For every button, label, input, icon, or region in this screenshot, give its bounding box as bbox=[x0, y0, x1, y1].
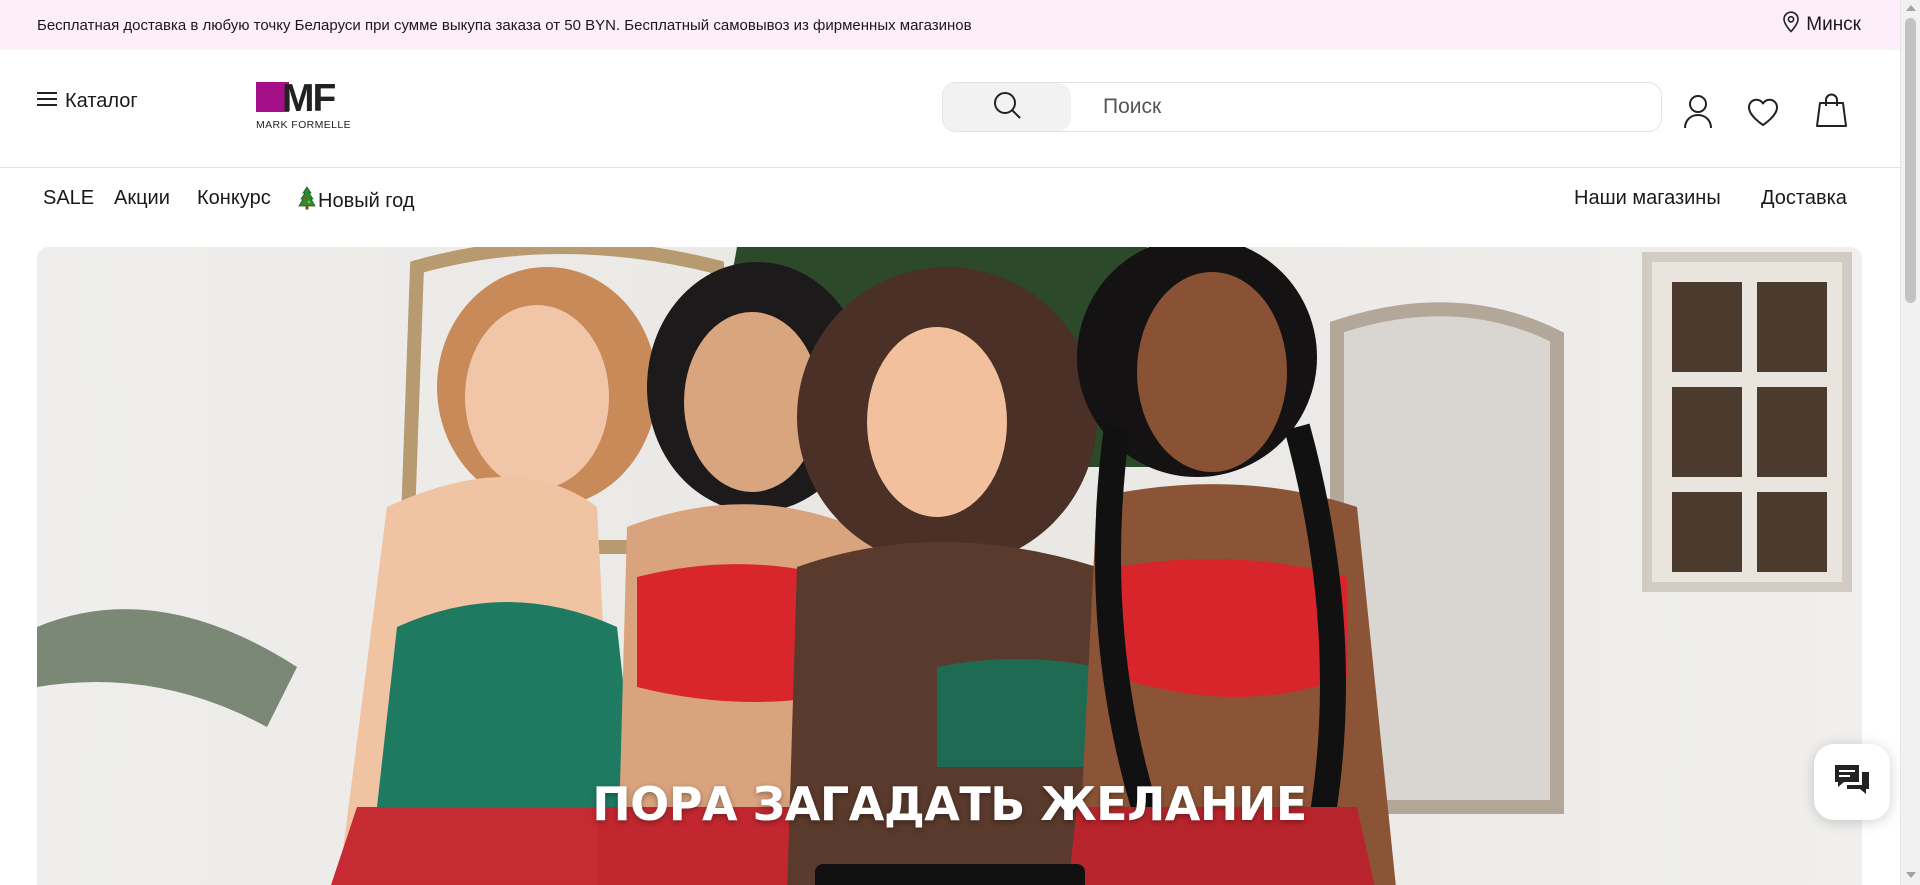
favorites-button[interactable] bbox=[1747, 97, 1779, 127]
svg-text:MF: MF bbox=[282, 82, 335, 120]
nav-item-sale[interactable]: SALE bbox=[43, 187, 94, 210]
nav-item-our-stores[interactable]: Наши магазины bbox=[1574, 187, 1721, 210]
scroll-up-arrow[interactable] bbox=[1906, 5, 1916, 11]
chat-button[interactable] bbox=[1814, 744, 1890, 820]
nav-item-delivery[interactable]: Доставка bbox=[1761, 187, 1847, 210]
scroll-down-arrow[interactable] bbox=[1906, 872, 1916, 878]
scroll-thumb[interactable] bbox=[1905, 18, 1916, 303]
hero-title: ПОРА ЗАГАДАТЬ ЖЕЛАНИЕ bbox=[592, 777, 1307, 831]
hero-banner[interactable]: ПОРА ЗАГАДАТЬ ЖЕЛАНИЕ bbox=[37, 247, 1862, 885]
search-input[interactable] bbox=[1103, 95, 1623, 119]
bag-icon bbox=[1815, 92, 1848, 128]
catalog-label: Каталог bbox=[65, 90, 138, 112]
search-button[interactable] bbox=[943, 83, 1071, 131]
page-scrollbar[interactable] bbox=[1900, 0, 1920, 885]
nav-item-new-year-label: Новый год bbox=[318, 189, 415, 212]
hamburger-icon bbox=[37, 90, 57, 113]
account-button[interactable] bbox=[1683, 94, 1713, 130]
user-icon bbox=[1683, 94, 1713, 130]
heart-icon bbox=[1747, 97, 1779, 127]
nav-item-contest[interactable]: Конкурс bbox=[197, 187, 271, 210]
christmas-tree-icon bbox=[298, 186, 316, 216]
search-icon bbox=[992, 90, 1022, 125]
location-pin-icon bbox=[1782, 11, 1800, 39]
site-header: Каталог MF MARK FORMELLE bbox=[0, 50, 1900, 168]
hero-cta-button[interactable] bbox=[815, 864, 1085, 885]
nav-item-new-year[interactable]: Новый год bbox=[298, 186, 415, 216]
city-name: Минск bbox=[1806, 14, 1861, 35]
svg-text:MARK FORMELLE: MARK FORMELLE bbox=[256, 119, 351, 131]
main-nav: SALE Акции Конкурс Новый год Наши магази… bbox=[0, 168, 1900, 246]
chat-icon bbox=[1833, 762, 1871, 803]
cart-button[interactable] bbox=[1815, 92, 1848, 128]
promo-text: Бесплатная доставка в любую точку Белару… bbox=[37, 16, 972, 34]
nav-item-promotions[interactable]: Акции bbox=[114, 187, 170, 210]
logo[interactable]: MF MARK FORMELLE bbox=[256, 77, 377, 132]
search-bar bbox=[942, 82, 1662, 132]
promo-bar: Бесплатная доставка в любую точку Белару… bbox=[0, 0, 1900, 50]
city-selector[interactable]: Минск bbox=[1782, 11, 1861, 39]
catalog-button[interactable]: Каталог bbox=[37, 90, 138, 113]
